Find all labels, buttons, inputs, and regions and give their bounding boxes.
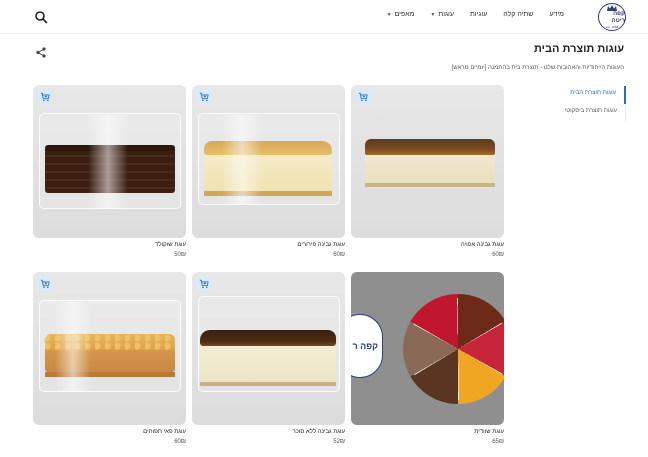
product-name[interactable]: עוגת פאי תפוחים — [143, 429, 186, 435]
brand-badge-text: קפה ר — [352, 341, 378, 351]
share-icon[interactable] — [36, 45, 46, 58]
nav-item-label: מידע — [549, 11, 564, 18]
sidebar-item-biscotti-cakes[interactable]: עוגות תוצרת ביסקוטי — [530, 104, 625, 122]
chevron-down-icon: ▼ — [430, 11, 436, 18]
product-image — [192, 272, 345, 425]
logo-subtext: est. 1968 — [605, 25, 619, 29]
product-image — [351, 85, 504, 238]
product-image — [33, 272, 186, 425]
product-price: 60₪ — [492, 252, 504, 258]
product-name[interactable]: עוגת גבינה ללא סוכר — [293, 429, 345, 435]
product-name[interactable]: עוגת גבינה אפויה — [461, 242, 504, 248]
product-card-swedish-cake[interactable]: קפה ר עוגת שוודית 65₪ — [351, 272, 504, 445]
add-to-cart-button[interactable] — [196, 276, 211, 291]
nav-item-label: עוגות — [438, 11, 454, 18]
product-price: 52₪ — [333, 439, 345, 445]
product-card-baked-cheesecake[interactable]: עוגת גבינה אפויה 60₪ — [351, 85, 504, 258]
page-subtitle: העוגות הייחודיות והאהובות שלנו - תוצרת ב… — [451, 65, 624, 71]
page-title: עוגות תוצרת הבית — [533, 43, 624, 55]
brand-badge: קפה ר — [351, 314, 383, 378]
product-name[interactable]: עוגת שוודית — [474, 429, 504, 435]
product-image — [33, 85, 186, 238]
product-image: קפה ר — [351, 272, 504, 425]
nav-item-pastries[interactable]: מאפים ▼ — [387, 11, 415, 18]
add-to-cart-button[interactable] — [355, 89, 370, 104]
product-image — [192, 85, 345, 238]
site-header: מאפים ▼ עוגות ▼ עוגיות שתיה קלה מידע קפה ר… — [0, 0, 648, 34]
category-sidebar: עוגות תוצרת הבית עוגות תוצרת ביסקוטי — [530, 86, 626, 122]
chevron-down-icon: ▼ — [386, 11, 392, 18]
add-to-cart-button[interactable] — [37, 276, 52, 291]
search-icon[interactable] — [34, 10, 48, 24]
product-price: 50₪ — [174, 252, 186, 258]
product-price: 60₪ — [174, 439, 186, 445]
product-card-sugar-free-cheesecake[interactable]: עוגת גבינה ללא סוכר 52₪ — [192, 272, 345, 445]
nav-item-cookies[interactable]: עוגיות — [470, 11, 487, 18]
main-nav: מאפים ▼ עוגות ▼ עוגיות שתיה קלה מידע — [387, 11, 564, 18]
nav-item-cakes[interactable]: עוגות ▼ — [430, 11, 453, 18]
cart-icon — [199, 92, 209, 101]
product-card-apple-pie[interactable]: עוגת פאי תפוחים 60₪ — [33, 272, 186, 445]
nav-item-info[interactable]: מידע — [549, 11, 564, 18]
cart-icon — [40, 92, 50, 101]
product-price: 60₪ — [333, 252, 345, 258]
cart-icon — [358, 92, 368, 101]
product-card-crumb-cheesecake[interactable]: עוגת גבינה פירורים 60₪ — [192, 85, 345, 258]
add-to-cart-button[interactable] — [37, 89, 52, 104]
site-logo[interactable]: קפה ריטה est. 1968 — [598, 3, 626, 31]
nav-item-label: שתיה קלה — [503, 11, 534, 18]
logo-text: קפה ריטה — [611, 11, 625, 24]
nav-item-label: עוגיות — [469, 11, 488, 18]
product-name[interactable]: עוגת שוקולד — [155, 242, 186, 248]
cart-icon — [40, 279, 50, 288]
sidebar-item-homemade-cakes[interactable]: עוגות תוצרת הבית — [530, 86, 626, 104]
product-name[interactable]: עוגת גבינה פירורים — [297, 242, 345, 248]
add-to-cart-button[interactable] — [196, 89, 211, 104]
nav-item-soft-drinks[interactable]: שתיה קלה — [503, 11, 533, 18]
cart-icon — [199, 279, 209, 288]
product-price: 65₪ — [492, 439, 504, 445]
nav-item-label: מאפים — [394, 11, 415, 18]
product-card-chocolate-cake[interactable]: עוגת שוקולד 50₪ — [33, 85, 186, 258]
